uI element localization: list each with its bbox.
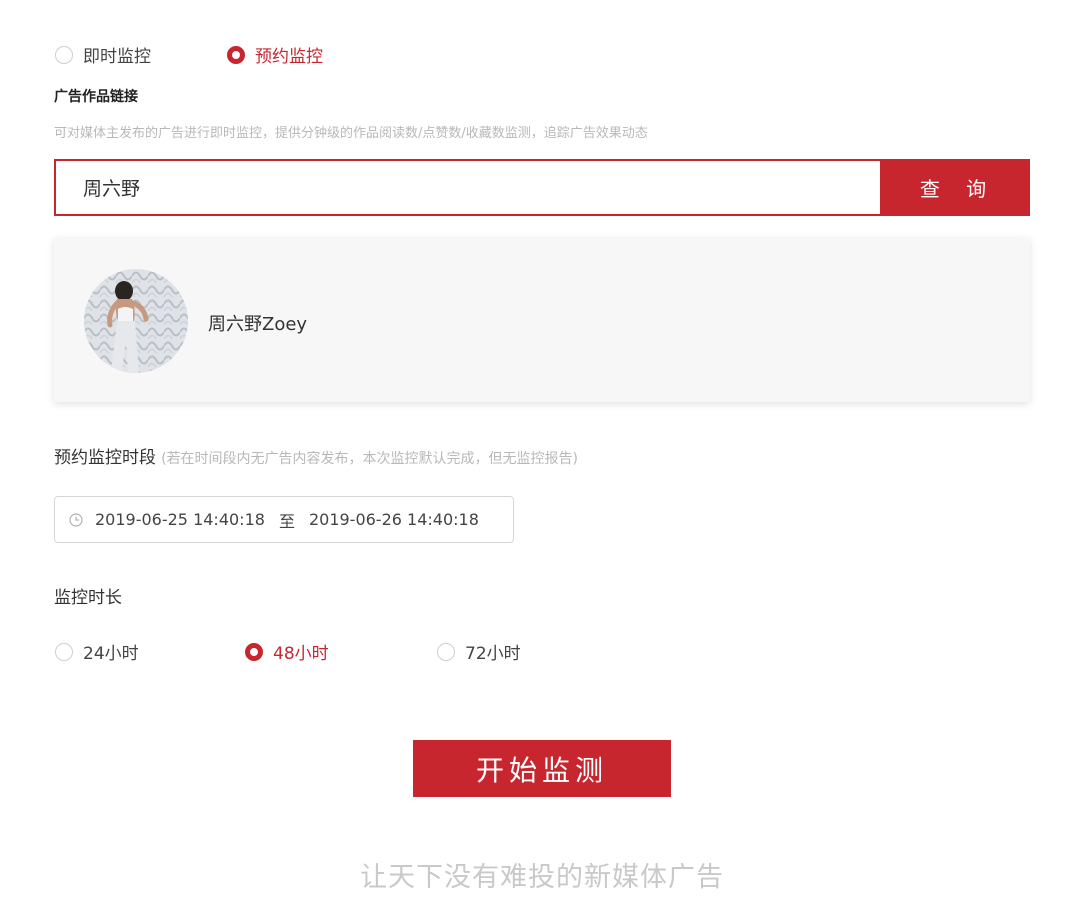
mode-radio-scheduled[interactable]: 预约监控 bbox=[227, 42, 323, 67]
date-start: 2019-06-25 14:40:18 bbox=[95, 510, 265, 529]
link-section-title: 广告作品链接 bbox=[54, 89, 138, 105]
mode-radio-instant[interactable]: 即时监控 bbox=[55, 42, 151, 67]
duration-label: 监控时长 bbox=[54, 588, 122, 608]
search-input[interactable] bbox=[56, 161, 880, 214]
footer-slogan: 让天下没有难投的新媒体广告 bbox=[360, 862, 724, 893]
duration-option-label: 48小时 bbox=[273, 644, 329, 664]
date-end: 2019-06-26 14:40:18 bbox=[308, 510, 479, 529]
radio-checked-icon bbox=[245, 642, 263, 661]
radio-unchecked-icon bbox=[55, 45, 73, 64]
avatar bbox=[84, 269, 188, 373]
schedule-note: (若在时间段内无广告内容发布，本次监控默认完成，但无监控报告) bbox=[161, 451, 579, 467]
result-name: 周六野Zoey bbox=[208, 314, 308, 335]
schedule-label: 预约监控时段 bbox=[54, 448, 156, 468]
link-section-hint: 可对媒体主发布的广告进行即时监控，提供分钟级的作品阅读数/点赞数/收藏数监测，追… bbox=[54, 126, 648, 141]
duration-radio-72[interactable]: 72小时 bbox=[437, 639, 521, 664]
mode-label-scheduled: 预约监控 bbox=[255, 47, 323, 67]
search-button[interactable]: 查 询 bbox=[880, 161, 1028, 214]
duration-option-label: 72小时 bbox=[465, 644, 521, 664]
search-bar: 查 询 bbox=[54, 159, 1030, 216]
schedule-label-row: 预约监控时段 (若在时间段内无广告内容发布，本次监控默认完成，但无监控报告) bbox=[54, 443, 578, 468]
duration-radio-24[interactable]: 24小时 bbox=[55, 639, 139, 664]
radio-checked-icon bbox=[227, 45, 245, 64]
date-separator: 至 bbox=[278, 511, 295, 531]
duration-radio-48[interactable]: 48小时 bbox=[245, 639, 329, 664]
search-result-card[interactable]: 周六野Zoey bbox=[54, 238, 1030, 402]
mode-label-instant: 即时监控 bbox=[83, 47, 151, 67]
start-monitor-button[interactable]: 开始监测 bbox=[413, 740, 671, 797]
date-range-picker[interactable]: 2019-06-25 14:40:18 至 2019-06-26 14:40:1… bbox=[54, 496, 514, 543]
clock-icon bbox=[69, 512, 83, 527]
radio-unchecked-icon bbox=[55, 642, 73, 661]
duration-option-label: 24小时 bbox=[83, 644, 139, 664]
radio-unchecked-icon bbox=[437, 642, 455, 661]
